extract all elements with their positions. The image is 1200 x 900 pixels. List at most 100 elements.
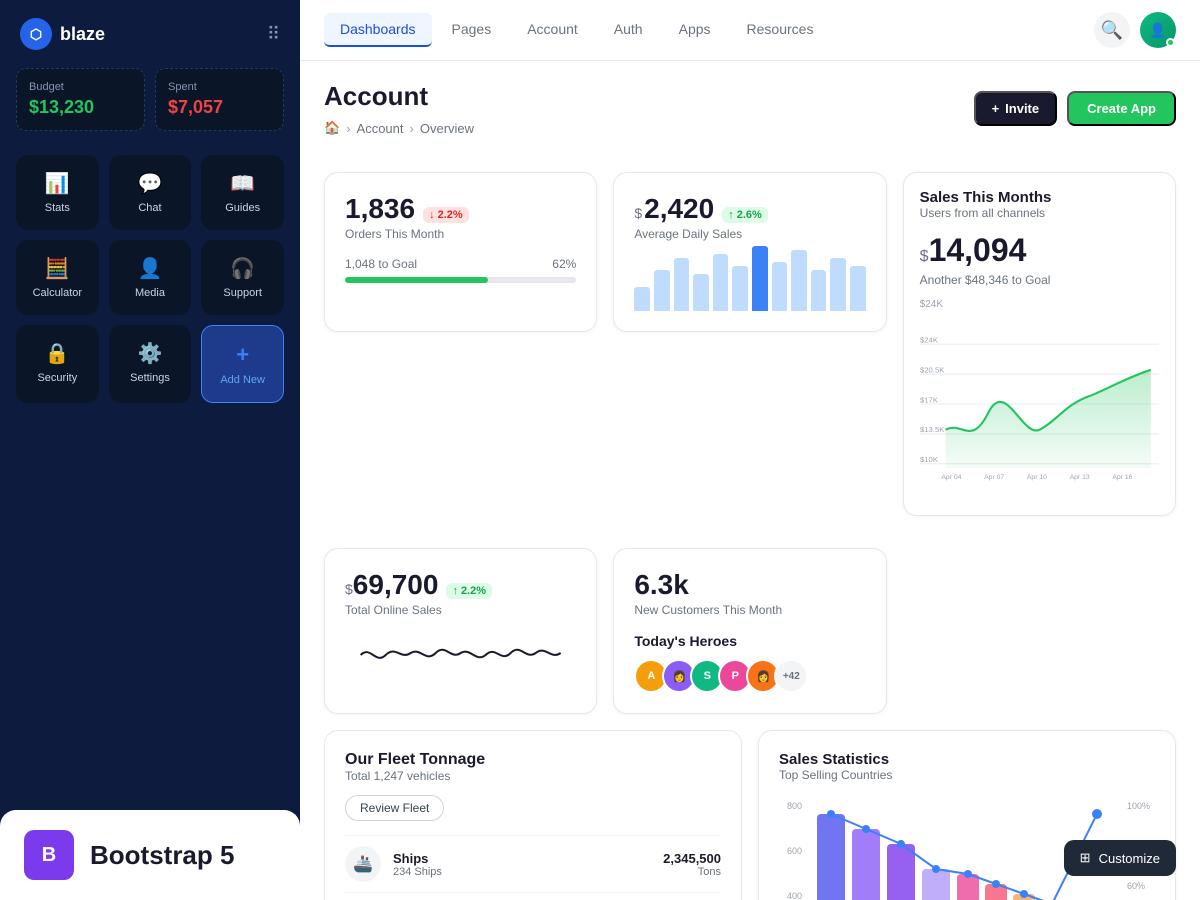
avatar-online-dot: [1166, 38, 1175, 47]
spent-card: Spent $7,057: [155, 68, 284, 131]
tab-dashboards[interactable]: Dashboards: [324, 13, 432, 47]
svg-text:$20.5K: $20.5K: [920, 365, 945, 374]
orders-label: Orders This Month: [345, 227, 576, 241]
sidebar-label-chat: Chat: [138, 202, 161, 214]
online-arrow: ↑: [452, 585, 458, 597]
goal-label: 1,048 to Goal: [345, 257, 417, 271]
bar-9: [811, 270, 827, 311]
sidebar-item-settings[interactable]: ⚙️ Settings: [109, 325, 192, 403]
progress-fill: [345, 277, 488, 283]
budget-card: Budget $13,230: [16, 68, 145, 131]
bootstrap-icon: B: [24, 830, 74, 880]
daily-badge-arrow: ↑: [728, 209, 734, 221]
bottom-row: Our Fleet Tonnage Total 1,247 vehicles R…: [300, 714, 1200, 900]
online-label: Total Online Sales: [345, 603, 576, 617]
bar-5: [732, 266, 748, 311]
budget-label: Budget: [29, 81, 132, 93]
y-label-1: $24K: [920, 299, 943, 310]
sidebar-item-support[interactable]: 🎧 Support: [201, 240, 284, 315]
heroes-title: Today's Heroes: [634, 633, 865, 649]
invite-icon: +: [992, 101, 1000, 116]
breadcrumb-home[interactable]: 🏠: [324, 120, 340, 136]
sidebar-label-support: Support: [223, 287, 262, 299]
support-icon: 🎧: [230, 256, 255, 281]
sales-month-card: Sales This Months Users from all channel…: [903, 172, 1176, 516]
ships-amount: 2,345,500: [663, 851, 721, 866]
customize-button[interactable]: ⊞ Customize: [1064, 840, 1176, 876]
avatar[interactable]: 👤: [1140, 12, 1176, 48]
breadcrumb-account[interactable]: Account: [357, 121, 404, 136]
progress-label: 1,048 to Goal 62%: [345, 257, 576, 271]
stats-row-2: $ 69,700 ↑ 2.2% Total Online Sales: [300, 532, 1200, 714]
sidebar-item-calculator[interactable]: 🧮 Calculator: [16, 240, 99, 315]
online-sales-card: $ 69,700 ↑ 2.2% Total Online Sales: [324, 548, 597, 714]
bar-3: [693, 274, 709, 311]
progress-bar: [345, 277, 576, 283]
ships-name: Ships: [393, 851, 442, 866]
ships-count: 234 Ships: [393, 866, 442, 878]
page-title: Account: [324, 81, 474, 112]
sales-month-title: Sales This Months: [920, 189, 1159, 206]
breadcrumb: 🏠 › Account › Overview: [324, 120, 474, 136]
tab-account[interactable]: Account: [511, 13, 594, 47]
sales-month-sub: Users from all channels: [920, 206, 1159, 220]
bar-chart: [634, 241, 865, 311]
svg-text:Apr 04: Apr 04: [941, 474, 961, 481]
create-app-button[interactable]: Create App: [1067, 91, 1176, 126]
budget-cards: Budget $13,230 Spent $7,057: [0, 68, 300, 147]
daily-badge: ↑ 2.6%: [722, 207, 768, 223]
tab-apps[interactable]: Apps: [663, 13, 727, 47]
sidebar-bootstrap: B Bootstrap 5: [0, 810, 300, 900]
add-new-icon: +: [236, 342, 249, 368]
breadcrumb-overview[interactable]: Overview: [420, 121, 474, 136]
sidebar-item-chat[interactable]: 💬 Chat: [109, 155, 192, 230]
sidebar-item-stats[interactable]: 📊 Stats: [16, 155, 99, 230]
sales-stats-sub: Top Selling Countries: [779, 768, 1155, 782]
nav-grid: 📊 Stats 💬 Chat 📖 Guides 🧮 Calculator 👤 M…: [0, 147, 300, 411]
nav-tabs: Dashboards Pages Account Auth Apps Resou…: [324, 13, 829, 47]
another-label: Another $48,346 to Goal: [920, 273, 1159, 287]
bar-6: [752, 246, 768, 311]
sidebar-item-add-new[interactable]: + Add New: [201, 325, 284, 403]
sidebar-item-guides[interactable]: 📖 Guides: [201, 155, 284, 230]
bar-8: [791, 250, 807, 311]
sidebar-item-media[interactable]: 👤 Media: [109, 240, 192, 315]
sales-prefix: $: [920, 248, 929, 266]
online-value: 69,700: [353, 569, 439, 601]
tab-resources[interactable]: Resources: [731, 13, 830, 47]
logo: ⬡ blaze: [20, 18, 105, 50]
bar-0: [634, 287, 650, 311]
orders-badge: ↓ 2.2%: [423, 207, 469, 223]
content-inner: Dashboards Pages Account Auth Apps Resou…: [300, 0, 1200, 900]
sidebar-item-security[interactable]: 🔒 Security: [16, 325, 99, 403]
sidebar-label-security: Security: [37, 372, 77, 384]
bar-1: [654, 270, 670, 311]
chat-icon: 💬: [138, 171, 163, 196]
svg-text:$10K: $10K: [920, 455, 939, 464]
wave-chart: [345, 625, 576, 685]
fleet-card: Our Fleet Tonnage Total 1,247 vehicles R…: [324, 730, 742, 900]
goal-pct: 62%: [552, 257, 576, 271]
sidebar-label-settings: Settings: [130, 372, 170, 384]
tab-auth[interactable]: Auth: [598, 13, 659, 47]
search-icon[interactable]: 🔍: [1094, 12, 1130, 48]
guides-icon: 📖: [230, 171, 255, 196]
menu-icon[interactable]: ⠿: [267, 24, 280, 45]
svg-text:Apr 13: Apr 13: [1069, 474, 1089, 481]
ships-value: 2,345,500 Tons: [663, 851, 721, 878]
sales-stats-title: Sales Statistics: [779, 751, 1155, 768]
review-fleet-button[interactable]: Review Fleet: [345, 795, 444, 821]
tab-pages[interactable]: Pages: [436, 13, 508, 47]
sales-big-value: 14,094: [929, 232, 1027, 269]
security-icon: 🔒: [45, 341, 70, 366]
ships-icon: 🚢: [345, 846, 381, 882]
spent-value: $7,057: [168, 97, 271, 118]
orders-progress: 1,048 to Goal 62%: [345, 257, 576, 283]
sales-line-chart: $24K $24K $20.5K $17K: [920, 299, 1159, 499]
bar-4: [713, 254, 729, 311]
orders-value: 1,836: [345, 193, 415, 225]
invite-button[interactable]: + Invite: [974, 91, 1058, 126]
svg-text:60%: 60%: [1127, 881, 1145, 891]
fleet-item-trucks: 🚛 Trucks 1,460 Trucks 457,200 Tons: [345, 892, 721, 900]
svg-text:Apr 07: Apr 07: [984, 474, 1004, 481]
